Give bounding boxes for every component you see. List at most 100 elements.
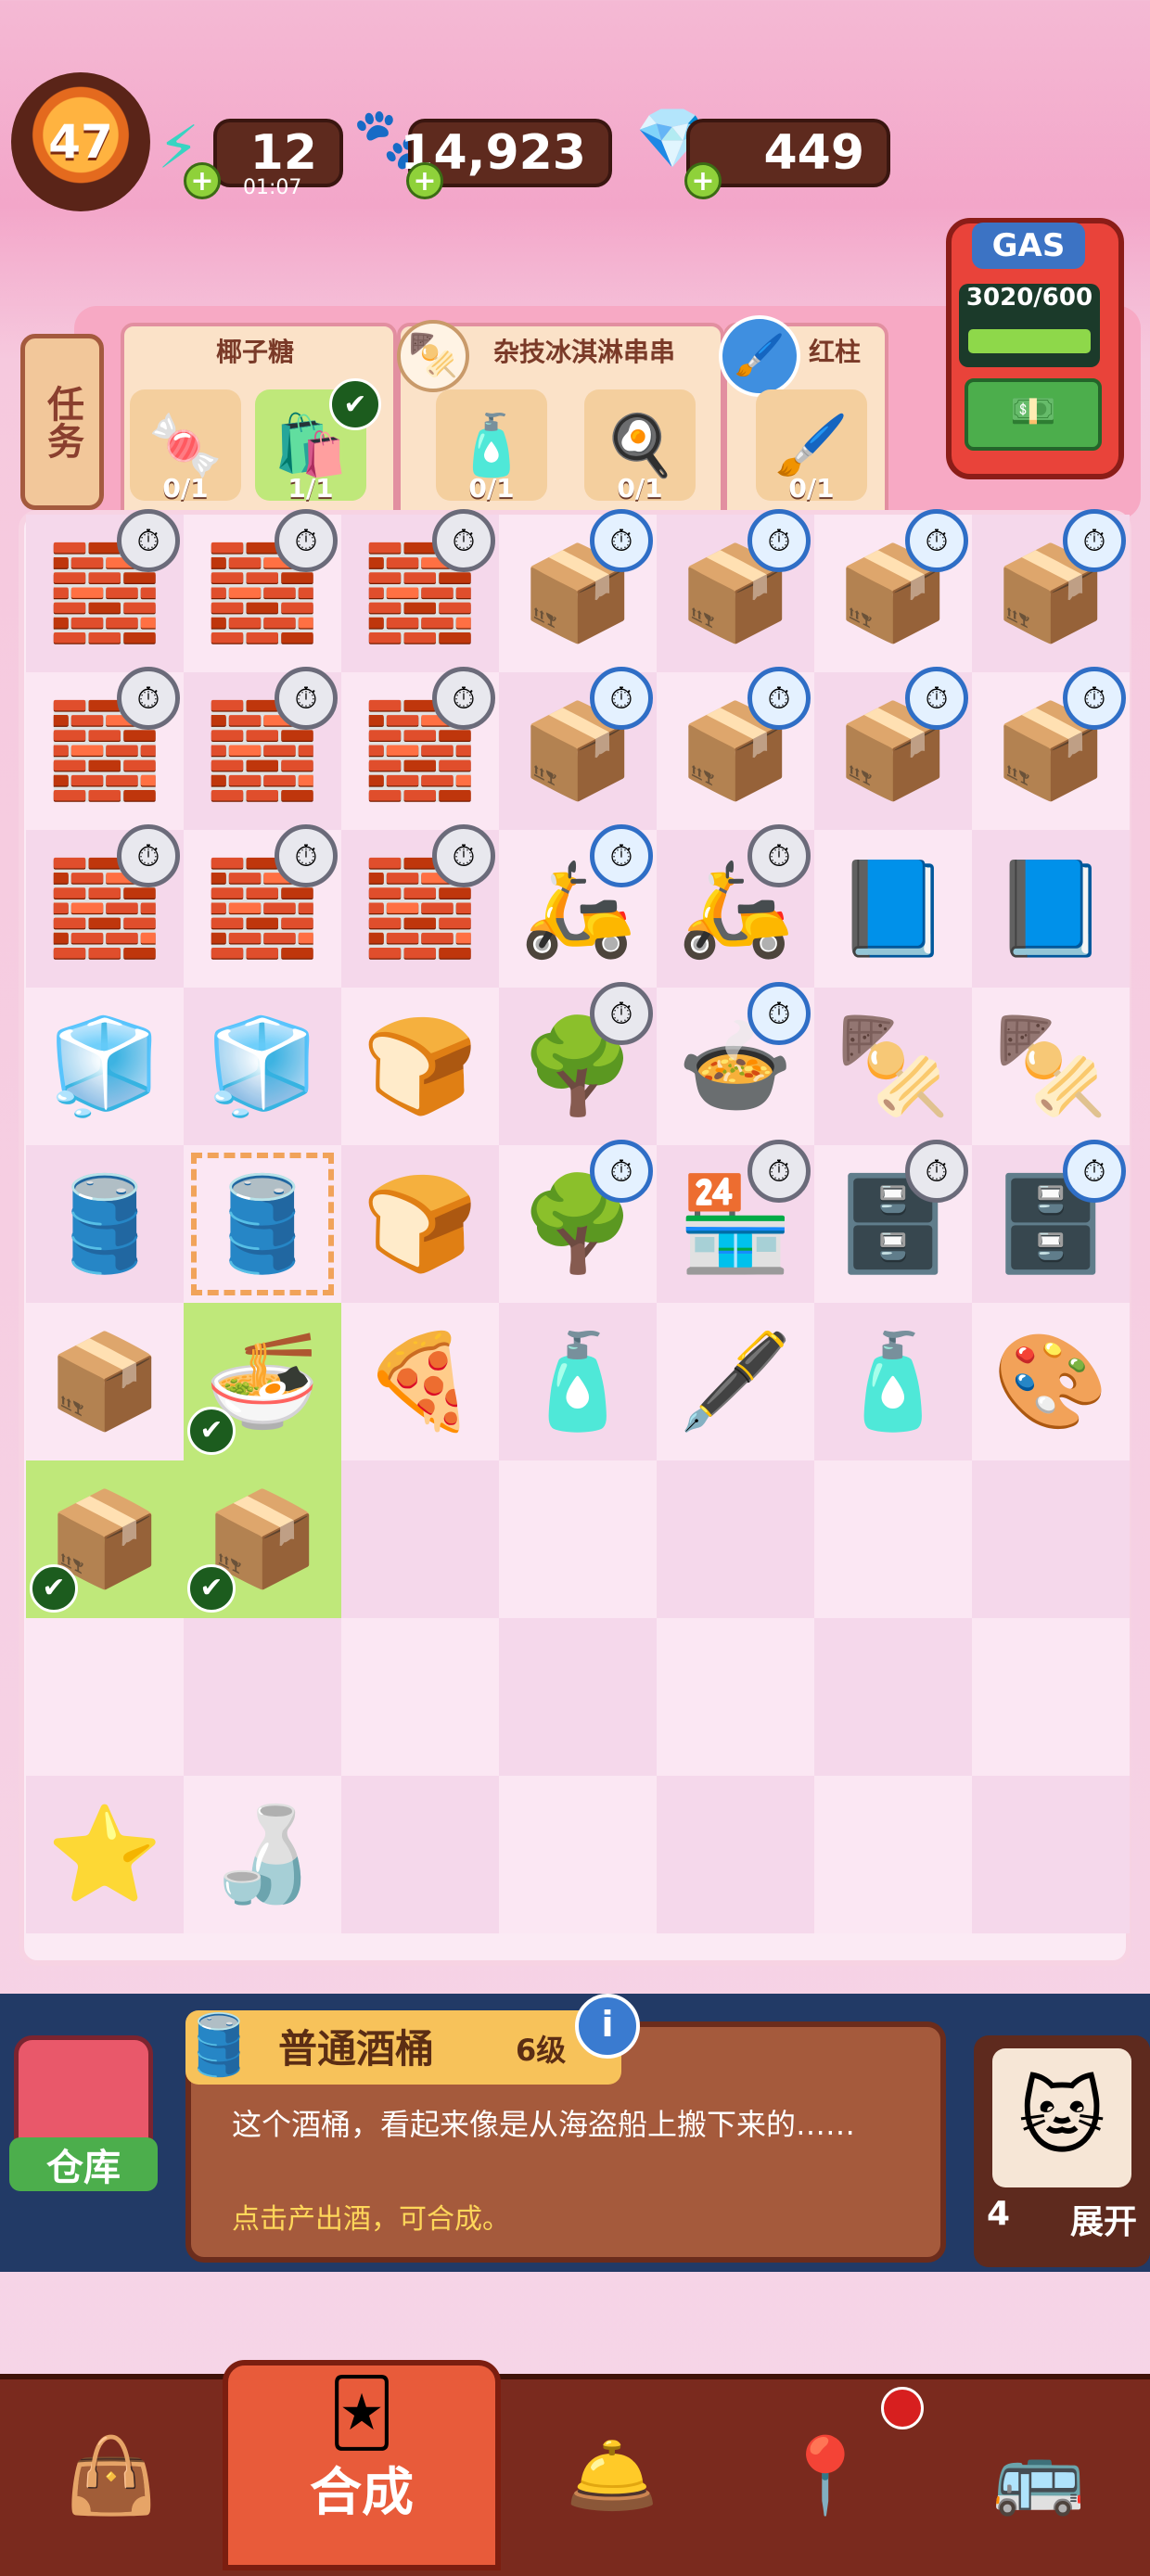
warehouse-button[interactable]: 仓库 <box>9 2035 158 2212</box>
task-title: 椰子糖 <box>215 337 294 367</box>
board-cell[interactable]: 📦 ⏱ <box>814 667 972 830</box>
board-cell[interactable]: 📦 ✔ <box>184 1460 341 1618</box>
board-cell[interactable]: ⭐ <box>26 1776 184 1933</box>
check-icon: ✔ <box>187 1564 236 1613</box>
board-cell[interactable] <box>184 1618 341 1776</box>
item-name: 普通酒桶 <box>278 2026 435 2072</box>
nav-shop-button[interactable]: 👜 <box>37 2411 185 2541</box>
nav-service-button[interactable]: 🛎️ <box>538 2411 686 2541</box>
board-cell[interactable] <box>341 1618 499 1776</box>
board-cell[interactable]: 🌳 ⏱ <box>499 982 657 1145</box>
board-cell[interactable]: 🧱 ⏱ <box>26 824 184 988</box>
nav-bus-button[interactable]: 🚌 <box>965 2411 1113 2541</box>
stopwatch-icon: ⏱ <box>432 509 495 572</box>
task-title: 杂技冰淇淋串串 <box>492 337 675 367</box>
board-cell[interactable]: 🧱 ⏱ <box>184 824 341 988</box>
player-level-badge[interactable]: 47 <box>11 72 150 211</box>
board-item: 🛢️ <box>204 1169 321 1278</box>
board-cell[interactable]: 🍞 <box>341 1145 499 1303</box>
board-cell[interactable] <box>499 1776 657 1933</box>
board-cell[interactable] <box>341 1460 499 1618</box>
stopwatch-icon: ⏱ <box>275 824 338 887</box>
tasks-tab[interactable]: 任务 <box>20 334 104 510</box>
board-cell[interactable] <box>814 1776 972 1933</box>
nav-merge-button[interactable]: 🃏 合成 <box>223 2360 501 2570</box>
board-cell[interactable]: 🧱 ⏱ <box>341 667 499 830</box>
board-cell[interactable]: 📦 ⏱ <box>814 509 972 672</box>
board-cell[interactable]: 🧱 ⏱ <box>26 509 184 672</box>
nav-map-button[interactable]: 📍 <box>751 2411 900 2541</box>
board-cell[interactable]: 📦 ⏱ <box>499 667 657 830</box>
board-cell[interactable]: 🍕 <box>341 1303 499 1460</box>
task-count: 0/1 <box>162 473 209 504</box>
barrel-icon: 🛢️ <box>182 2011 256 2080</box>
board-cell[interactable]: 🛵 ⏱ <box>657 824 814 988</box>
board-cell[interactable]: 📦 ⏱ <box>657 509 814 672</box>
board-cell[interactable]: 🍶 <box>184 1776 341 1933</box>
board-cell[interactable]: 🍞 <box>341 988 499 1145</box>
board-item: 🍞 <box>362 1012 479 1120</box>
board-cell[interactable] <box>814 1460 972 1618</box>
board-cell[interactable]: 🛢️ <box>184 1145 341 1303</box>
stopwatch-icon: ⏱ <box>275 509 338 572</box>
board-cell[interactable]: 🍜 ✔ <box>184 1303 341 1460</box>
board-cell[interactable]: 🛵 ⏱ <box>499 824 657 988</box>
board-cell[interactable] <box>341 1776 499 1933</box>
board-cell[interactable]: 🧴 <box>499 1303 657 1460</box>
board-cell[interactable] <box>26 1618 184 1776</box>
board-item: 🍶 <box>204 1800 321 1908</box>
board-cell[interactable] <box>657 1460 814 1618</box>
board-cell[interactable]: 🗄️ ⏱ <box>972 1140 1130 1303</box>
board-cell[interactable]: 🌳 ⏱ <box>499 1140 657 1303</box>
board-cell[interactable] <box>972 1460 1130 1618</box>
info-button[interactable]: i <box>575 1994 640 2059</box>
stopwatch-icon: ⏱ <box>1063 1140 1126 1203</box>
board-cell[interactable]: 🧱 ⏱ <box>184 509 341 672</box>
board-cell[interactable]: 🧱 ⏱ <box>341 509 499 672</box>
board-cell[interactable]: 🍢 <box>814 988 972 1145</box>
board-cell[interactable]: 🧱 ⏱ <box>26 667 184 830</box>
add-coins-button[interactable]: + <box>406 162 443 199</box>
check-icon: ✔ <box>187 1407 236 1455</box>
board-cell[interactable]: 📦 <box>26 1303 184 1460</box>
board-cell[interactable]: 🧊 <box>26 988 184 1145</box>
board-cell[interactable]: 🗄️ ⏱ <box>814 1140 972 1303</box>
add-gems-button[interactable]: + <box>684 162 722 199</box>
board-cell[interactable] <box>499 1618 657 1776</box>
board-cell[interactable]: 📦 ⏱ <box>972 509 1130 672</box>
board-cell[interactable]: 📦 ⏱ <box>657 667 814 830</box>
gems-value: 449 <box>763 125 864 181</box>
board-item: 🍢 <box>835 1012 952 1120</box>
stopwatch-icon: ⏱ <box>905 1140 968 1203</box>
board-cell[interactable]: 🍢 <box>972 988 1130 1145</box>
board-cell[interactable]: 🍲 ⏱ <box>657 982 814 1145</box>
board-cell[interactable] <box>657 1776 814 1933</box>
board-cell[interactable] <box>972 1618 1130 1776</box>
board-cell[interactable] <box>814 1618 972 1776</box>
expand-button[interactable]: 🐱 4 展开 <box>974 2035 1150 2267</box>
board-cell[interactable]: 🖋️ <box>657 1303 814 1460</box>
board-cell[interactable] <box>657 1618 814 1776</box>
board-cell[interactable]: 📘 <box>814 830 972 988</box>
board-cell[interactable]: 🧱 ⏱ <box>184 667 341 830</box>
board-cell[interactable] <box>499 1460 657 1618</box>
board-cell[interactable]: 🏪 ⏱ <box>657 1140 814 1303</box>
board-cell[interactable]: 🧊 <box>184 988 341 1145</box>
notification-dot <box>881 2387 924 2429</box>
gas-cash-button[interactable]: 💵 <box>965 378 1102 451</box>
add-energy-button[interactable]: + <box>184 162 221 199</box>
board-cell[interactable]: 📦 ⏱ <box>499 509 657 672</box>
board-item: 🍞 <box>362 1169 479 1278</box>
board-cell[interactable]: 📦 ✔ <box>26 1460 184 1618</box>
board-cell[interactable]: 🧴 <box>814 1303 972 1460</box>
board-cell[interactable]: 📘 <box>972 830 1130 988</box>
board-cell[interactable]: 📦 ⏱ <box>972 667 1130 830</box>
board-cell[interactable] <box>972 1776 1130 1933</box>
board-cell[interactable]: 🎨 <box>972 1303 1130 1460</box>
board-cell[interactable]: 🧱 ⏱ <box>341 824 499 988</box>
board-item: 📦 <box>46 1327 163 1435</box>
stopwatch-icon: ⏱ <box>590 667 653 730</box>
board-cell[interactable]: 🛢️ <box>26 1145 184 1303</box>
stopwatch-icon: ⏱ <box>1063 667 1126 730</box>
stopwatch-icon: ⏱ <box>1063 509 1126 572</box>
